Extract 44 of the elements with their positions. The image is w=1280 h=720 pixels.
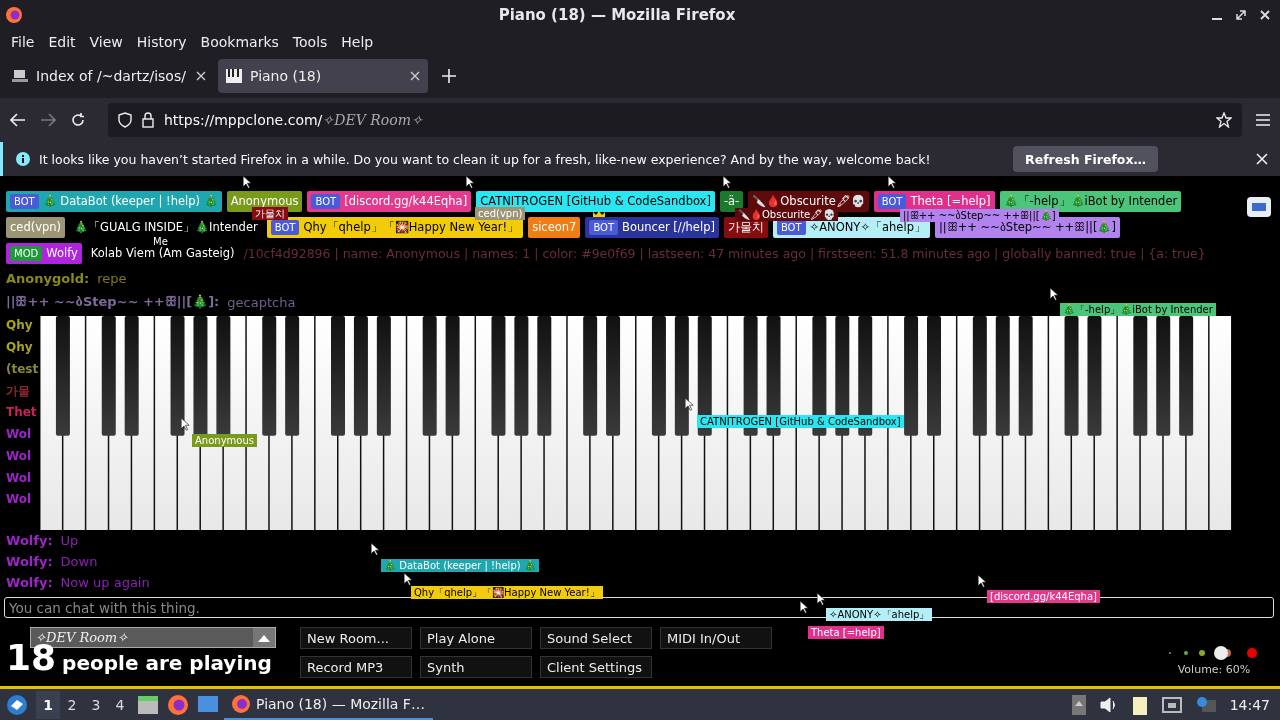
role-badge: MOD xyxy=(10,245,43,261)
role-badge: BOT xyxy=(877,193,907,209)
role-badge: BOT xyxy=(311,193,341,209)
name-tooltip: ced(vpn) xyxy=(475,207,526,220)
chat-name: Wol xyxy=(6,427,33,443)
cursor-tooltip: Theta [=help] xyxy=(808,626,884,639)
window-title: Piano (18) — Mozilla Firefox xyxy=(497,5,737,24)
chat-message: Now up again xyxy=(60,575,150,590)
role-badge: BOT xyxy=(270,219,300,235)
chat-message: Down xyxy=(60,554,98,569)
cursor-tooltip: 🎄「-help」🎄iBot by Intender xyxy=(1060,303,1216,316)
name-tooltip: ||ꕥ++ ~~ბStep~~ ++ꕥ||[🎄] xyxy=(900,209,1059,222)
cursor-tooltip: CATNITROGEN [GitHub & CodeSandbox] xyxy=(697,415,904,428)
chat-name: Qhy xyxy=(6,339,34,356)
chat-message: repe xyxy=(97,270,127,286)
volume-label: Volume: 60% xyxy=(1177,663,1251,676)
chat-name: ||ꕥ++ ~~ბStep~~ ++ꕥ||[🎄]: xyxy=(6,294,220,310)
chat-name: Wolfy: xyxy=(6,533,53,548)
player-label: people are playing xyxy=(62,651,272,675)
cursor-tooltip: Qhy「qhelp」「🎇Happy New Year!」 xyxy=(411,586,603,599)
name-tooltip: 가물치 xyxy=(252,207,288,220)
chat-name: Qhy xyxy=(6,318,34,334)
cursor-tooltip: [discord.gg/k44Eqha] xyxy=(987,590,1100,603)
cursor-tooltip: Anonymous xyxy=(192,434,257,447)
chat-message: Up xyxy=(60,533,79,548)
name-label: Me xyxy=(152,235,169,247)
chat-message: gecaptcha xyxy=(227,294,296,310)
cursor-tooltip: 🎄 DataBot (keeper | !help) 🎄 xyxy=(381,559,539,572)
chat-name: (test xyxy=(6,361,40,378)
chat-name: Wol xyxy=(6,492,33,509)
role-badge: BOT xyxy=(589,219,619,235)
chat-name: Anonygold: xyxy=(6,270,90,286)
name-tooltip: 🔪🩸Obscurite🖋💀 xyxy=(735,208,839,221)
chat-name: 가물 xyxy=(6,383,31,401)
role-badge: BOT xyxy=(10,193,39,209)
notification-text: It looks like you haven’t started Firefox in a while. Do you want to clean it up for a fresh, like-new experience? And by the way, welcome back! xyxy=(39,151,932,167)
chat-name: Thet xyxy=(6,405,38,422)
chat-name: Wol xyxy=(6,470,33,487)
cursor-tooltip: ✧ANONY✧「ahelp」 xyxy=(826,608,933,621)
chat-name: Wolfy: xyxy=(6,575,53,590)
clock: 14:47 xyxy=(1229,696,1270,713)
chat-name: Wolfy: xyxy=(6,554,53,569)
chat-name: Wol xyxy=(6,448,33,465)
info-text: /10cf4d92896 | name: Anonymous | names: 1 | color: #9e0f69 | lastseen: 47 minutes ago | firstseen: 51.8 minutes ago | globally banned: true | {a: true} xyxy=(243,245,1206,261)
